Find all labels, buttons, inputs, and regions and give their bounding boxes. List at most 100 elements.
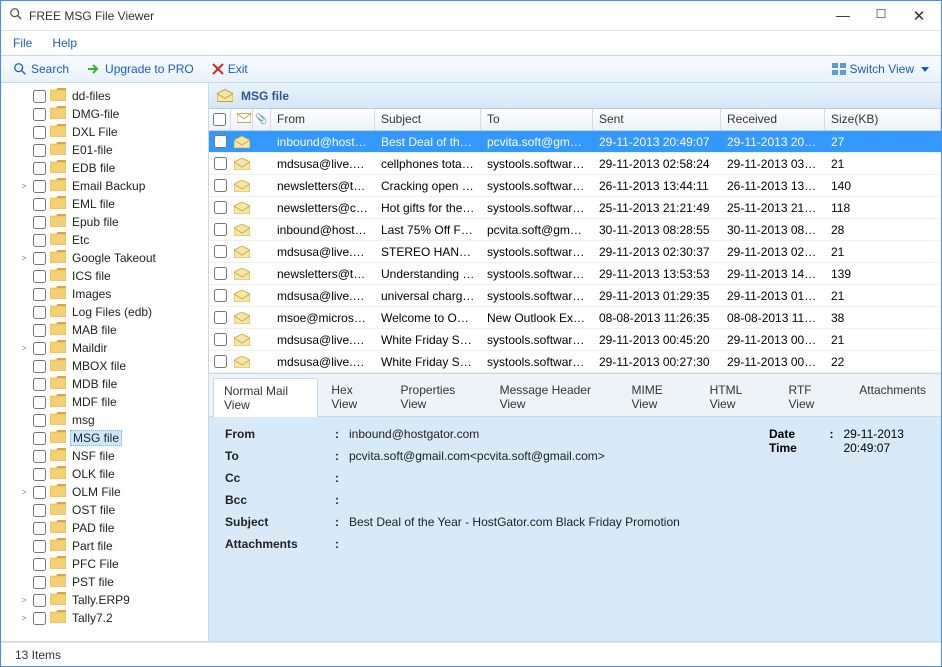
header-received[interactable]: Received <box>721 109 825 130</box>
tree-item[interactable]: ICS file <box>1 267 208 285</box>
expander-icon[interactable]: > <box>19 343 29 353</box>
header-to[interactable]: To <box>481 109 593 130</box>
header-checkbox-col[interactable] <box>209 109 231 130</box>
close-button[interactable]: ✕ <box>909 7 929 25</box>
tree-item[interactable]: MBOX file <box>1 357 208 375</box>
message-row[interactable]: newsletters@cnet...Hot gifts for the j..… <box>209 197 941 219</box>
tree-checkbox[interactable] <box>33 558 46 571</box>
exit-button[interactable]: Exit <box>206 60 254 78</box>
tree-item[interactable]: PAD file <box>1 519 208 537</box>
tree-item[interactable]: E01-file <box>1 141 208 159</box>
row-checkbox[interactable] <box>214 135 227 148</box>
tree-item[interactable]: Etc <box>1 231 208 249</box>
tree-checkbox[interactable] <box>33 486 46 499</box>
tree-item[interactable]: MDB file <box>1 375 208 393</box>
row-checkbox[interactable] <box>214 289 227 302</box>
tree-checkbox[interactable] <box>33 522 46 535</box>
tree-checkbox[interactable] <box>33 576 46 589</box>
tree-item[interactable]: MAB file <box>1 321 208 339</box>
tab-mime[interactable]: MIME View <box>620 377 696 416</box>
tab-html[interactable]: HTML View <box>699 377 776 416</box>
header-from[interactable]: From <box>271 109 375 130</box>
tree-checkbox[interactable] <box>33 414 46 427</box>
tree-checkbox[interactable] <box>33 126 46 139</box>
tab-attachments[interactable]: Attachments <box>848 377 937 416</box>
tree-item[interactable]: OLK file <box>1 465 208 483</box>
search-button[interactable]: Search <box>7 60 75 78</box>
tree-checkbox[interactable] <box>33 612 46 625</box>
row-checkbox[interactable] <box>214 179 227 192</box>
tree-checkbox[interactable] <box>33 594 46 607</box>
tab-hex[interactable]: Hex View <box>320 377 387 416</box>
expander-icon[interactable]: > <box>19 253 29 263</box>
tree-checkbox[interactable] <box>33 162 46 175</box>
tree-checkbox[interactable] <box>33 540 46 553</box>
tree-item[interactable]: >Email Backup <box>1 177 208 195</box>
tree-item[interactable]: MSG file <box>1 429 208 447</box>
message-row[interactable]: mdsusa@live.cp2...STEREO HANDSFR...systo… <box>209 241 941 263</box>
row-checkbox[interactable] <box>214 245 227 258</box>
tree-item[interactable]: >Tally7.2 <box>1 609 208 627</box>
expander-icon[interactable]: > <box>19 613 29 623</box>
switch-view-button[interactable]: Switch View <box>826 60 935 78</box>
header-subject[interactable]: Subject <box>375 109 481 130</box>
expander-icon[interactable]: > <box>19 595 29 605</box>
tree-checkbox[interactable] <box>33 144 46 157</box>
maximize-button[interactable]: ☐ <box>871 7 891 25</box>
message-row[interactable]: inbound@hostga...Last 75% Off Fire ...pc… <box>209 219 941 241</box>
tree-item[interactable]: >OLM File <box>1 483 208 501</box>
menu-help[interactable]: Help <box>52 36 77 50</box>
row-checkbox[interactable] <box>214 355 227 368</box>
message-row[interactable]: mdsusa@live.cp2...White Friday Sale ...s… <box>209 351 941 373</box>
tree-item[interactable]: dd-files <box>1 87 208 105</box>
tree-checkbox[interactable] <box>33 252 46 265</box>
message-row[interactable]: mdsusa@live.cp2...universal charger ...s… <box>209 285 941 307</box>
expander-icon[interactable]: > <box>19 181 29 191</box>
row-checkbox[interactable] <box>214 311 227 324</box>
tree-checkbox[interactable] <box>33 342 46 355</box>
message-list[interactable]: inbound@hostga...Best Deal of the Y...pc… <box>209 131 941 373</box>
row-checkbox[interactable] <box>214 267 227 280</box>
tab-properties[interactable]: Properties View <box>390 377 487 416</box>
tab-message-header[interactable]: Message Header View <box>489 377 619 416</box>
header-size[interactable]: Size(KB) <box>825 109 941 130</box>
menu-file[interactable]: File <box>13 36 32 50</box>
message-row[interactable]: mdsusa@live.cp2...cellphones total c...s… <box>209 153 941 175</box>
tab-normal-mail[interactable]: Normal Mail View <box>213 378 318 417</box>
tree-checkbox[interactable] <box>33 270 46 283</box>
tree-item[interactable]: PST file <box>1 573 208 591</box>
tree-checkbox[interactable] <box>33 108 46 121</box>
tree-item[interactable]: MDF file <box>1 393 208 411</box>
tree-item[interactable]: >Google Takeout <box>1 249 208 267</box>
tree-checkbox[interactable] <box>33 216 46 229</box>
select-all-checkbox[interactable] <box>213 113 226 126</box>
tree-checkbox[interactable] <box>33 396 46 409</box>
tree-item[interactable]: >Maildir <box>1 339 208 357</box>
row-checkbox[interactable] <box>214 157 227 170</box>
tree-item[interactable]: DMG-file <box>1 105 208 123</box>
tree-item[interactable]: DXL File <box>1 123 208 141</box>
tree-checkbox[interactable] <box>33 504 46 517</box>
tree-checkbox[interactable] <box>33 288 46 301</box>
tree-checkbox[interactable] <box>33 306 46 319</box>
folder-tree[interactable]: dd-filesDMG-fileDXL FileE01-fileEDB file… <box>1 83 209 641</box>
message-row[interactable]: newsletters@tech...Understanding S...sys… <box>209 263 941 285</box>
tree-checkbox[interactable] <box>33 432 46 445</box>
tree-checkbox[interactable] <box>33 180 46 193</box>
minimize-button[interactable]: — <box>833 7 853 25</box>
tree-item[interactable]: NSF file <box>1 447 208 465</box>
tree-item[interactable]: msg <box>1 411 208 429</box>
tab-rtf[interactable]: RTF View <box>778 377 847 416</box>
tree-checkbox[interactable] <box>33 198 46 211</box>
tree-checkbox[interactable] <box>33 468 46 481</box>
tree-checkbox[interactable] <box>33 450 46 463</box>
tree-item[interactable]: Images <box>1 285 208 303</box>
message-row[interactable]: newsletters@tech...Cracking open th...sy… <box>209 175 941 197</box>
tree-item[interactable]: Epub file <box>1 213 208 231</box>
tree-checkbox[interactable] <box>33 234 46 247</box>
tree-item[interactable]: >Tally.ERP9 <box>1 591 208 609</box>
upgrade-button[interactable]: Upgrade to PRO <box>81 60 200 78</box>
row-checkbox[interactable] <box>214 223 227 236</box>
tree-checkbox[interactable] <box>33 90 46 103</box>
message-row[interactable]: inbound@hostga...Best Deal of the Y...pc… <box>209 131 941 153</box>
